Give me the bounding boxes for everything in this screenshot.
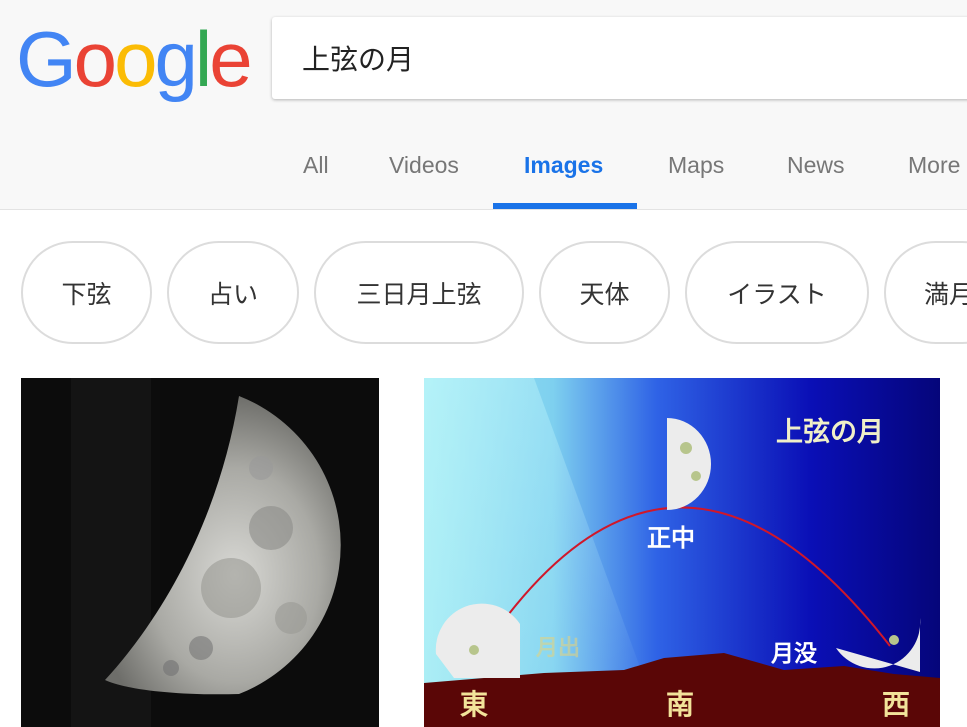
label-rise: 月出 [536,636,581,661]
chip-kagen[interactable]: 下弦 [21,241,152,344]
tab-all[interactable]: All [303,152,329,179]
chip-illust[interactable]: イラスト [685,241,869,344]
logo-letter-o2: o [114,15,157,103]
tab-more[interactable]: More [908,152,960,179]
logo-letter-o1: o [73,15,117,103]
diagram-title: 上弦の月 [776,417,884,448]
result-image-half-moon[interactable] [21,378,379,727]
label-west: 西 [882,688,911,721]
label-set: 月没 [771,641,817,667]
search-box[interactable] [272,17,967,99]
chip-mikazuki-jogen[interactable]: 三日月上弦 [314,241,524,344]
google-logo[interactable]: Google [16,14,253,104]
half-moon-photo-icon [21,378,379,727]
logo-letter-g2: g [154,15,197,103]
label-noon: 正中 [647,524,695,552]
header: Google All Videos Images Maps News More [0,0,967,210]
tab-images[interactable]: Images [524,152,603,179]
label-south: 南 [666,688,695,721]
tab-videos[interactable]: Videos [389,152,459,179]
tab-news[interactable]: News [787,152,845,179]
logo-letter-l: l [194,15,212,103]
label-east: 東 [460,688,489,721]
tab-bar: All Videos Images Maps News More [0,130,967,209]
result-image-moon-diagram[interactable]: 上弦の月 正中 月出 月没 東 南 西 [424,378,940,727]
logo-letter-e: e [209,15,252,103]
chip-mangetsu[interactable]: 満月 [884,241,967,344]
active-tab-indicator [493,203,637,209]
logo-letter-g: G [16,15,77,103]
tab-maps[interactable]: Maps [668,152,724,179]
chip-uranai[interactable]: 占い [167,241,299,344]
search-input[interactable] [302,17,942,99]
chip-tentai[interactable]: 天体 [539,241,670,344]
